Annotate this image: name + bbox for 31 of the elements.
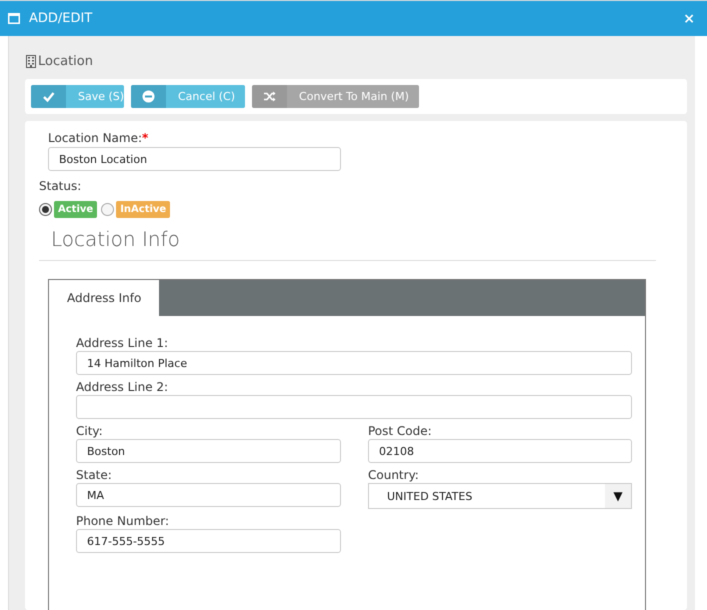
dropdown[interactable]: UNITED STATES ▼: [368, 483, 632, 509]
shuffle-icon: [263, 90, 276, 103]
text-field[interactable]: 617-555-5555: [76, 529, 341, 553]
building-icon: [26, 54, 36, 68]
radio-button[interactable]: [101, 203, 114, 216]
status-badge: InActive: [116, 201, 170, 218]
field-label: Post Code:: [368, 424, 433, 438]
radio-button[interactable]: [39, 203, 52, 216]
text-field[interactable]: MA: [76, 483, 341, 507]
text-field[interactable]: Boston Location: [48, 147, 341, 171]
field-label: Address Line 2:: [76, 380, 170, 394]
window-title: ADD/EDIT: [29, 11, 94, 26]
tab[interactable]: Address Info: [49, 280, 160, 316]
section-heading: Location Info: [51, 227, 181, 251]
section-title: Location: [38, 54, 93, 68]
text-field[interactable]: 14 Hamilton Place: [76, 351, 632, 375]
field-label: Country:: [368, 468, 420, 482]
minus-circle-icon: [142, 90, 155, 103]
field-label: Status:: [39, 179, 82, 193]
field-label: Phone Number:: [76, 514, 170, 528]
text-field[interactable]: 02108: [368, 439, 632, 463]
field-label: Address Line 1:: [76, 336, 170, 350]
field-label: City:: [76, 424, 104, 438]
window-icon: [8, 13, 20, 24]
field-label: Location Name:: [48, 131, 142, 145]
check-icon: [42, 90, 55, 103]
required-mark: *: [142, 131, 148, 145]
text-field[interactable]: [76, 395, 632, 419]
status-badge: Active: [54, 201, 98, 218]
field-label: State:: [76, 468, 113, 482]
text-field[interactable]: Boston: [76, 439, 341, 463]
